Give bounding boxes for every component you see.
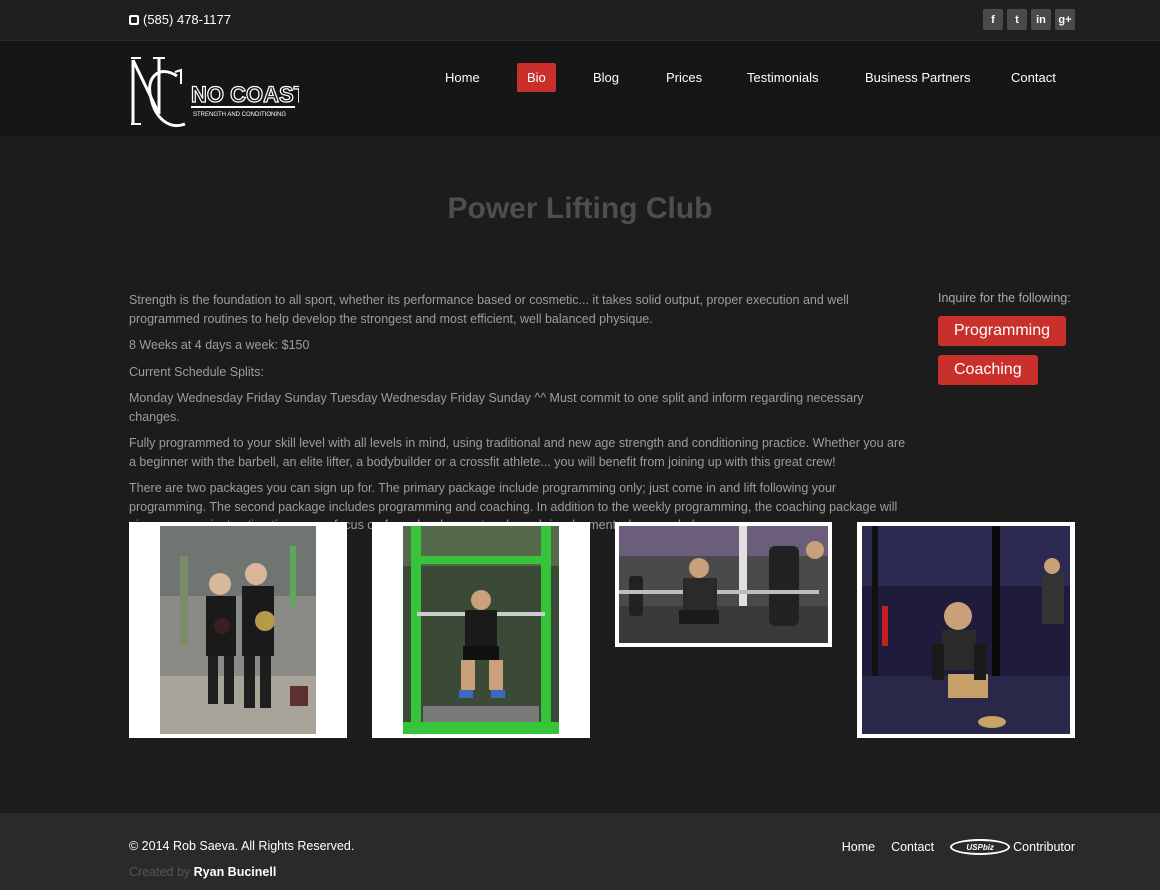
- photo-box-squat: [619, 526, 828, 643]
- nav-contact[interactable]: Contact: [1001, 63, 1066, 92]
- linkedin-icon[interactable]: in: [1031, 9, 1051, 30]
- phone-number[interactable]: (585) 478-1177: [129, 12, 231, 27]
- paragraph: 8 Weeks at 4 days a week: $150: [129, 338, 310, 352]
- photo-two-women-medals: [160, 526, 316, 734]
- coaching-button[interactable]: Coaching: [938, 355, 1038, 385]
- gallery-photo[interactable]: [857, 522, 1075, 738]
- facebook-icon[interactable]: f: [983, 9, 1003, 30]
- photo-squat-green-rack: [403, 526, 559, 734]
- nav-business-partners[interactable]: Business Partners: [855, 63, 981, 92]
- created-by-label: Created by: [129, 865, 191, 879]
- contributor-label: Contributor: [1013, 840, 1075, 854]
- twitter-icon[interactable]: t: [1007, 9, 1027, 30]
- nav-home[interactable]: Home: [435, 63, 490, 92]
- usp-logo-icon: USPbiz: [950, 839, 1011, 855]
- nav-bio[interactable]: Bio: [517, 63, 556, 92]
- photo-gallery: [129, 522, 1075, 742]
- footer-contact-link[interactable]: Contact: [891, 840, 934, 854]
- paragraph: Monday Wednesday Friday Sunday Tuesday W…: [129, 391, 864, 424]
- main-content: Strength is the foundation to all sport,…: [129, 291, 909, 543]
- social-links: f t in g+: [983, 9, 1075, 30]
- gallery-photo[interactable]: [615, 522, 832, 647]
- inquire-label: Inquire for the following:: [938, 291, 1071, 305]
- logo-subtext: STRENGTH AND CONDITIONING: [193, 112, 286, 118]
- top-bar: (585) 478-1177 f t in g+: [0, 0, 1160, 41]
- copyright: © 2014 Rob Saeva. All Rights Reserved.: [129, 839, 355, 853]
- created-by: Created by Ryan Bucinell: [129, 865, 276, 879]
- gallery-photo[interactable]: [372, 522, 590, 738]
- footer-links: Home Contact USPbiz Contributor: [842, 839, 1075, 855]
- page-title: Power Lifting Club: [447, 192, 713, 225]
- nav-blog[interactable]: Blog: [583, 63, 629, 92]
- googleplus-icon[interactable]: g+: [1055, 9, 1075, 30]
- gallery-photo[interactable]: [129, 522, 347, 738]
- nav-testimonials[interactable]: Testimonials: [737, 63, 829, 92]
- paragraph: Current Schedule Splits:: [129, 364, 264, 379]
- paragraph: Fully programmed to your skill level wit…: [129, 436, 906, 469]
- photo-bench-press: [862, 526, 1070, 734]
- site-footer: © 2014 Rob Saeva. All Rights Reserved. C…: [0, 813, 1160, 890]
- footer-home-link[interactable]: Home: [842, 840, 875, 854]
- author-link[interactable]: Ryan Bucinell: [194, 865, 277, 879]
- phone-icon: [129, 14, 139, 25]
- site-header: NO COAST STRENGTH AND CONDITIONING Home …: [0, 41, 1160, 136]
- usp-contributor-link[interactable]: USPbiz Contributor: [950, 839, 1075, 855]
- main-nav: Home Bio Blog Prices Testimonials Busine…: [0, 63, 1160, 93]
- inquire-sidebar: Inquire for the following: Programming C…: [938, 291, 1078, 394]
- programming-button[interactable]: Programming: [938, 316, 1067, 346]
- paragraph: Strength is the foundation to all sport,…: [129, 293, 849, 326]
- phone-text: (585) 478-1177: [143, 12, 231, 27]
- nav-prices[interactable]: Prices: [656, 63, 712, 92]
